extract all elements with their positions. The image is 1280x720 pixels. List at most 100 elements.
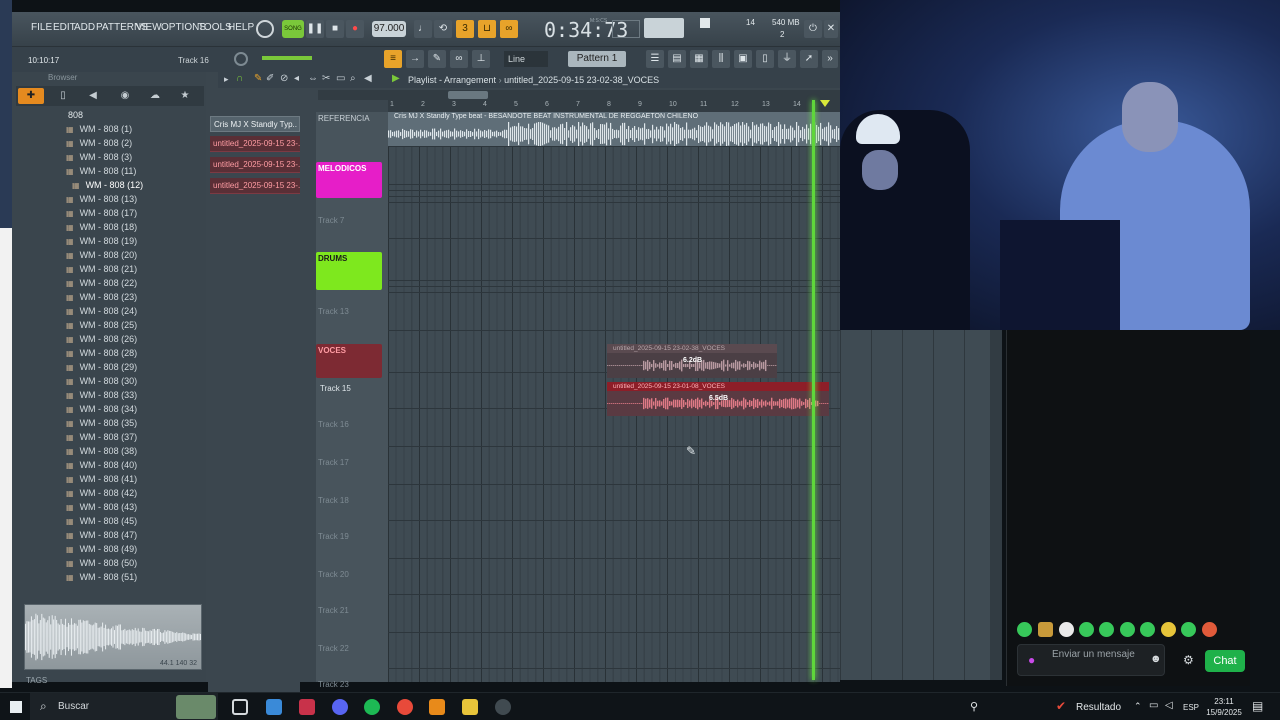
file-item[interactable]: WM - 808 (22) — [66, 278, 138, 288]
stop-icon[interactable]: ■ — [326, 20, 344, 38]
file-item[interactable]: WM - 808 (35) — [66, 418, 138, 428]
track-7[interactable]: Track 7 — [318, 216, 344, 225]
track-melodicos[interactable]: MELODICOS — [316, 162, 382, 198]
picker-item[interactable]: untitled_2025-09-15 23-.. — [210, 136, 300, 152]
paint-tool-icon[interactable]: ✐ — [266, 73, 274, 84]
emote-icon[interactable] — [1059, 622, 1074, 637]
people-icon[interactable]: ⚲ — [970, 700, 978, 713]
browser-tab-plugins[interactable]: ◀ — [80, 88, 106, 104]
microphone-icon[interactable]: ● — [1028, 653, 1035, 667]
track-23[interactable]: Track 23 — [318, 680, 349, 689]
track-referencia[interactable]: REFERENCIA — [318, 114, 370, 123]
step-edit-icon[interactable]: ⊔ — [478, 20, 496, 38]
track-21[interactable]: Track 21 — [318, 606, 349, 615]
loop-record-icon[interactable]: ∞ — [500, 20, 518, 38]
tempo-display[interactable]: 97.000 — [372, 21, 406, 37]
file-item[interactable]: WM - 808 (37) — [66, 432, 138, 442]
mixer-icon[interactable]: ☰ — [646, 50, 664, 68]
browser-tab-files[interactable]: ▯ — [50, 88, 76, 104]
emoji-icon[interactable]: ☻ — [1150, 653, 1162, 665]
delete-tool-icon[interactable]: ⊘ — [280, 73, 288, 84]
folder-icon[interactable] — [462, 699, 478, 715]
emote-icon[interactable] — [1202, 622, 1217, 637]
metronome-icon[interactable]: ♩ — [414, 20, 432, 38]
link-icon[interactable]: ∞ — [450, 50, 468, 68]
chevron-up-icon[interactable]: ⌃ — [1134, 701, 1142, 712]
browser-tab-recent[interactable]: ◉ — [112, 88, 138, 104]
file-item[interactable]: WM - 808 (38) — [66, 446, 138, 456]
emote-icon[interactable] — [1161, 622, 1176, 637]
plug-icon[interactable]: ⏚ — [778, 50, 796, 68]
track-19[interactable]: Track 19 — [318, 532, 349, 541]
file-item[interactable]: WM - 808 (11) — [66, 166, 137, 176]
arrangement-grid[interactable]: Cris MJ X Standly Type beat - BESANDOTE … — [388, 112, 840, 682]
slice-tool-icon[interactable]: ✂ — [322, 73, 330, 84]
taskbar-search[interactable]: ⌕ Buscar — [30, 693, 218, 720]
playback-tool-icon[interactable]: ◀ — [364, 73, 372, 84]
file-item[interactable]: WM - 808 (41) — [66, 474, 138, 484]
voces-clip-1[interactable]: untitled_2025-09-15 23-02-38_VOCES 6.2dB — [607, 344, 777, 378]
reference-audio-clip[interactable]: Cris MJ X Standly Type beat - BESANDOTE … — [388, 112, 840, 146]
piano-roll-icon[interactable]: ▤ — [668, 50, 686, 68]
track-13[interactable]: Track 13 — [318, 307, 349, 316]
pattern-selector[interactable]: Pattern 1 — [568, 51, 626, 67]
cursor-icon[interactable]: ➚ — [800, 50, 818, 68]
song-mode-toggle[interactable]: SONG — [282, 20, 304, 38]
file-item[interactable]: WM - 808 (25) — [66, 320, 138, 330]
browser-tab-all[interactable]: ✚ — [18, 88, 44, 104]
arrangement-grid-extension[interactable] — [840, 330, 1002, 680]
file-item[interactable]: WM - 808 (30) — [66, 376, 138, 386]
pause-icon[interactable]: ❚❚ — [306, 20, 324, 38]
power-icon[interactable]: ⏻ — [804, 20, 822, 38]
file-item[interactable]: WM - 808 (45) — [66, 516, 138, 526]
track-17[interactable]: Track 17 — [318, 458, 349, 467]
playhead[interactable] — [812, 100, 815, 680]
emote-icon[interactable] — [1181, 622, 1196, 637]
timeline-ruler[interactable]: 1 2 3 4 5 6 7 8 9 10 11 12 13 14 — [388, 100, 840, 112]
pencil-icon[interactable]: ✎ — [428, 50, 446, 68]
menu-tools[interactable]: TOOLS — [198, 22, 232, 33]
file-item[interactable]: WM - 808 (43) — [66, 502, 138, 512]
close-icon[interactable]: ✕ — [824, 20, 838, 38]
emote-icon[interactable] — [1099, 622, 1114, 637]
obs-icon[interactable] — [495, 699, 511, 715]
file-item[interactable]: WM - 808 (47) — [66, 530, 138, 540]
file-item[interactable]: WM - 808 (49) — [66, 544, 138, 554]
explorer-app-icon[interactable] — [266, 699, 282, 715]
playlist-icon[interactable]: ≡ — [384, 50, 402, 68]
folder-808[interactable]: 808 — [68, 110, 83, 120]
file-item[interactable]: WM - 808 (23) — [66, 292, 138, 302]
track-20[interactable]: Track 20 — [318, 570, 349, 579]
voces-clip-2[interactable]: untitled_2025-09-15 23-01-08_VOCES 6.5dB — [607, 382, 829, 416]
gear-icon[interactable]: ⚙ — [1183, 653, 1194, 667]
file-item[interactable]: WM - 808 (26) — [66, 334, 138, 344]
discord-icon[interactable] — [332, 699, 348, 715]
windows-start-icon[interactable] — [10, 701, 22, 713]
menu-help[interactable]: HELP — [228, 22, 254, 33]
playlist-menu-icon[interactable]: ▸ — [224, 74, 229, 85]
file-item[interactable]: WM - 808 (18) — [66, 222, 138, 232]
file-item[interactable]: WM - 808 (42) — [66, 488, 138, 498]
forward-icon[interactable]: » — [822, 50, 838, 68]
chat-send-button[interactable]: Chat — [1205, 650, 1245, 672]
notification-icon[interactable]: ▤ — [1252, 699, 1263, 713]
channel-rack-icon[interactable]: ▦ — [690, 50, 708, 68]
emote-icon[interactable] — [1120, 622, 1135, 637]
master-volume-knob[interactable] — [256, 20, 274, 38]
file-item[interactable]: WM - 808 (17) — [66, 208, 138, 218]
master-volume-slider[interactable] — [262, 56, 312, 60]
wait-input-icon[interactable]: ⟲ — [434, 20, 452, 38]
file-item[interactable]: WM - 808 (34) — [66, 404, 138, 414]
horizontal-scrollbar[interactable] — [318, 90, 840, 100]
file-item[interactable]: WM - 808 (28) — [66, 348, 138, 358]
select-tool-icon[interactable]: ▭ — [336, 73, 345, 84]
chat-input[interactable]: ● Enviar un mensaje ☻ — [1017, 644, 1165, 676]
task-view-icon[interactable] — [232, 699, 248, 715]
file-icon[interactable]: ▯ — [756, 50, 774, 68]
menu-view[interactable]: VIEW — [136, 22, 162, 33]
playhead-marker-icon[interactable] — [820, 100, 830, 107]
file-item[interactable]: WM - 808 (13) — [66, 194, 138, 204]
file-item[interactable]: WM - 808 (1) — [66, 124, 133, 134]
track-voces[interactable]: VOCES — [316, 344, 382, 378]
mixer-sliders-icon[interactable]: ⫼ — [712, 50, 730, 68]
